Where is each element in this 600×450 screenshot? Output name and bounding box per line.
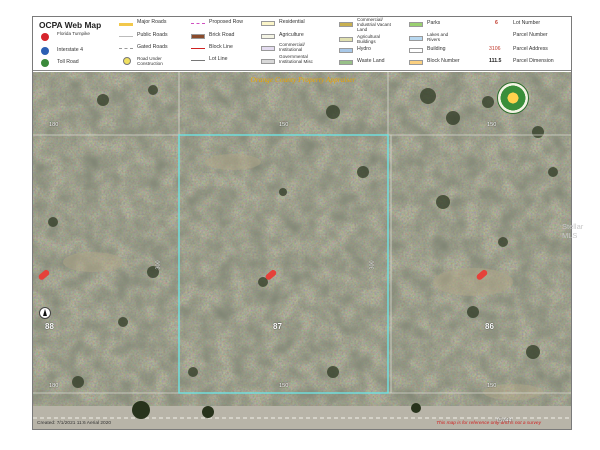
turnpike-icon bbox=[41, 33, 49, 41]
legend-label: Agriculture bbox=[279, 32, 304, 38]
map-frame: OCPA Web Map Florida Turnpike Interstate… bbox=[32, 16, 572, 430]
legend-swatch bbox=[261, 21, 275, 26]
watermark: Stellar MLS bbox=[562, 222, 584, 240]
legend-label: Lakes and Rivers bbox=[427, 32, 449, 42]
legend-line bbox=[191, 60, 205, 61]
legend-label: Interstate 4 bbox=[57, 47, 83, 53]
legend-swatch bbox=[339, 37, 353, 42]
legend-line bbox=[119, 23, 133, 26]
legend-swatch bbox=[261, 34, 275, 39]
parcel-dimension-key: 111.5 bbox=[489, 58, 502, 64]
lot-number: 88 bbox=[45, 322, 54, 331]
legend-label: Parks bbox=[427, 20, 441, 26]
legend-label: Parcel Number bbox=[513, 32, 548, 38]
legend-swatch bbox=[191, 34, 205, 39]
dimension-label: 150 bbox=[279, 383, 289, 389]
legend-label: Major Roads bbox=[137, 19, 167, 25]
legend-label: Public Roads bbox=[137, 32, 168, 38]
parcel-address-key: 3106 bbox=[489, 46, 501, 52]
lot-number: 87 bbox=[273, 322, 282, 331]
legend-line bbox=[119, 36, 133, 37]
created-date: Created: 7/1/2021 11:6 Aerial 2020 bbox=[37, 421, 112, 426]
legend-line bbox=[191, 23, 205, 24]
legend-label: Block Number bbox=[427, 58, 460, 64]
legend-label: Proposed Row bbox=[209, 19, 244, 25]
legend-label: Road Under Construction bbox=[137, 56, 163, 66]
depth-label: 300 bbox=[369, 260, 376, 270]
legend-label: Governmental Institutional Misc bbox=[279, 54, 313, 64]
legend-label: Commercial/ Institutional bbox=[279, 42, 305, 52]
county-seal bbox=[497, 82, 529, 114]
legend-label: Residential bbox=[279, 19, 305, 25]
dimension-label: 150 bbox=[487, 383, 497, 389]
legend-label: Agricultural Buildings bbox=[357, 34, 380, 44]
legend-label: Building bbox=[427, 46, 446, 52]
legend-label: Commercial/ Industrial Vacant Land bbox=[357, 17, 391, 32]
legend-label: Parcel Address bbox=[513, 46, 548, 52]
legend-swatch bbox=[339, 22, 353, 27]
legend-label: Lot Line bbox=[209, 56, 228, 62]
legend-label: Parcel Dimension bbox=[513, 58, 554, 64]
interstate-icon bbox=[41, 47, 49, 55]
lot-number: 86 bbox=[485, 322, 494, 331]
depth-label: 300 bbox=[155, 260, 162, 270]
dimension-label: 150 bbox=[279, 122, 289, 128]
map-banner: Orange County Property Appraiser bbox=[250, 75, 356, 84]
legend-label: Toll Road bbox=[57, 59, 79, 65]
legend-swatch bbox=[409, 36, 423, 41]
legend-swatch bbox=[261, 59, 275, 64]
legend-line bbox=[191, 48, 205, 49]
legend-line bbox=[119, 48, 133, 49]
legend-label: Block Line bbox=[209, 44, 233, 50]
legend-label: Florida Turnpike bbox=[57, 31, 90, 36]
legend-label: Lot Number bbox=[513, 20, 541, 26]
legend-swatch bbox=[339, 60, 353, 65]
construction-icon bbox=[123, 57, 131, 65]
north-arrow-icon bbox=[39, 307, 51, 319]
aerial-map[interactable]: Orange County Property Appraiser 180 150… bbox=[33, 72, 571, 429]
dimension-label: 150 bbox=[487, 122, 497, 128]
dimension-label: 180 bbox=[49, 383, 59, 389]
legend-title: OCPA Web Map bbox=[39, 20, 102, 30]
map-legend: OCPA Web Map Florida Turnpike Interstate… bbox=[33, 17, 571, 71]
dimension-label: 180 bbox=[49, 122, 59, 128]
legend-swatch bbox=[409, 22, 423, 27]
legend-label: Waste Land bbox=[357, 58, 385, 64]
legend-swatch bbox=[409, 60, 423, 65]
legend-label: Hydro bbox=[357, 46, 371, 52]
disclaimer: This map is for reference only and is no… bbox=[436, 421, 541, 426]
legend-swatch bbox=[339, 48, 353, 53]
toll-road-icon bbox=[41, 59, 49, 67]
legend-swatch bbox=[409, 48, 423, 53]
map-footer: Created: 7/1/2021 11:6 Aerial 2020 This … bbox=[33, 420, 571, 429]
lot-number-key: 6 bbox=[495, 20, 498, 26]
legend-label: Brick Road bbox=[209, 32, 235, 38]
legend-label: Gated Roads bbox=[137, 44, 168, 50]
legend-swatch bbox=[261, 46, 275, 51]
